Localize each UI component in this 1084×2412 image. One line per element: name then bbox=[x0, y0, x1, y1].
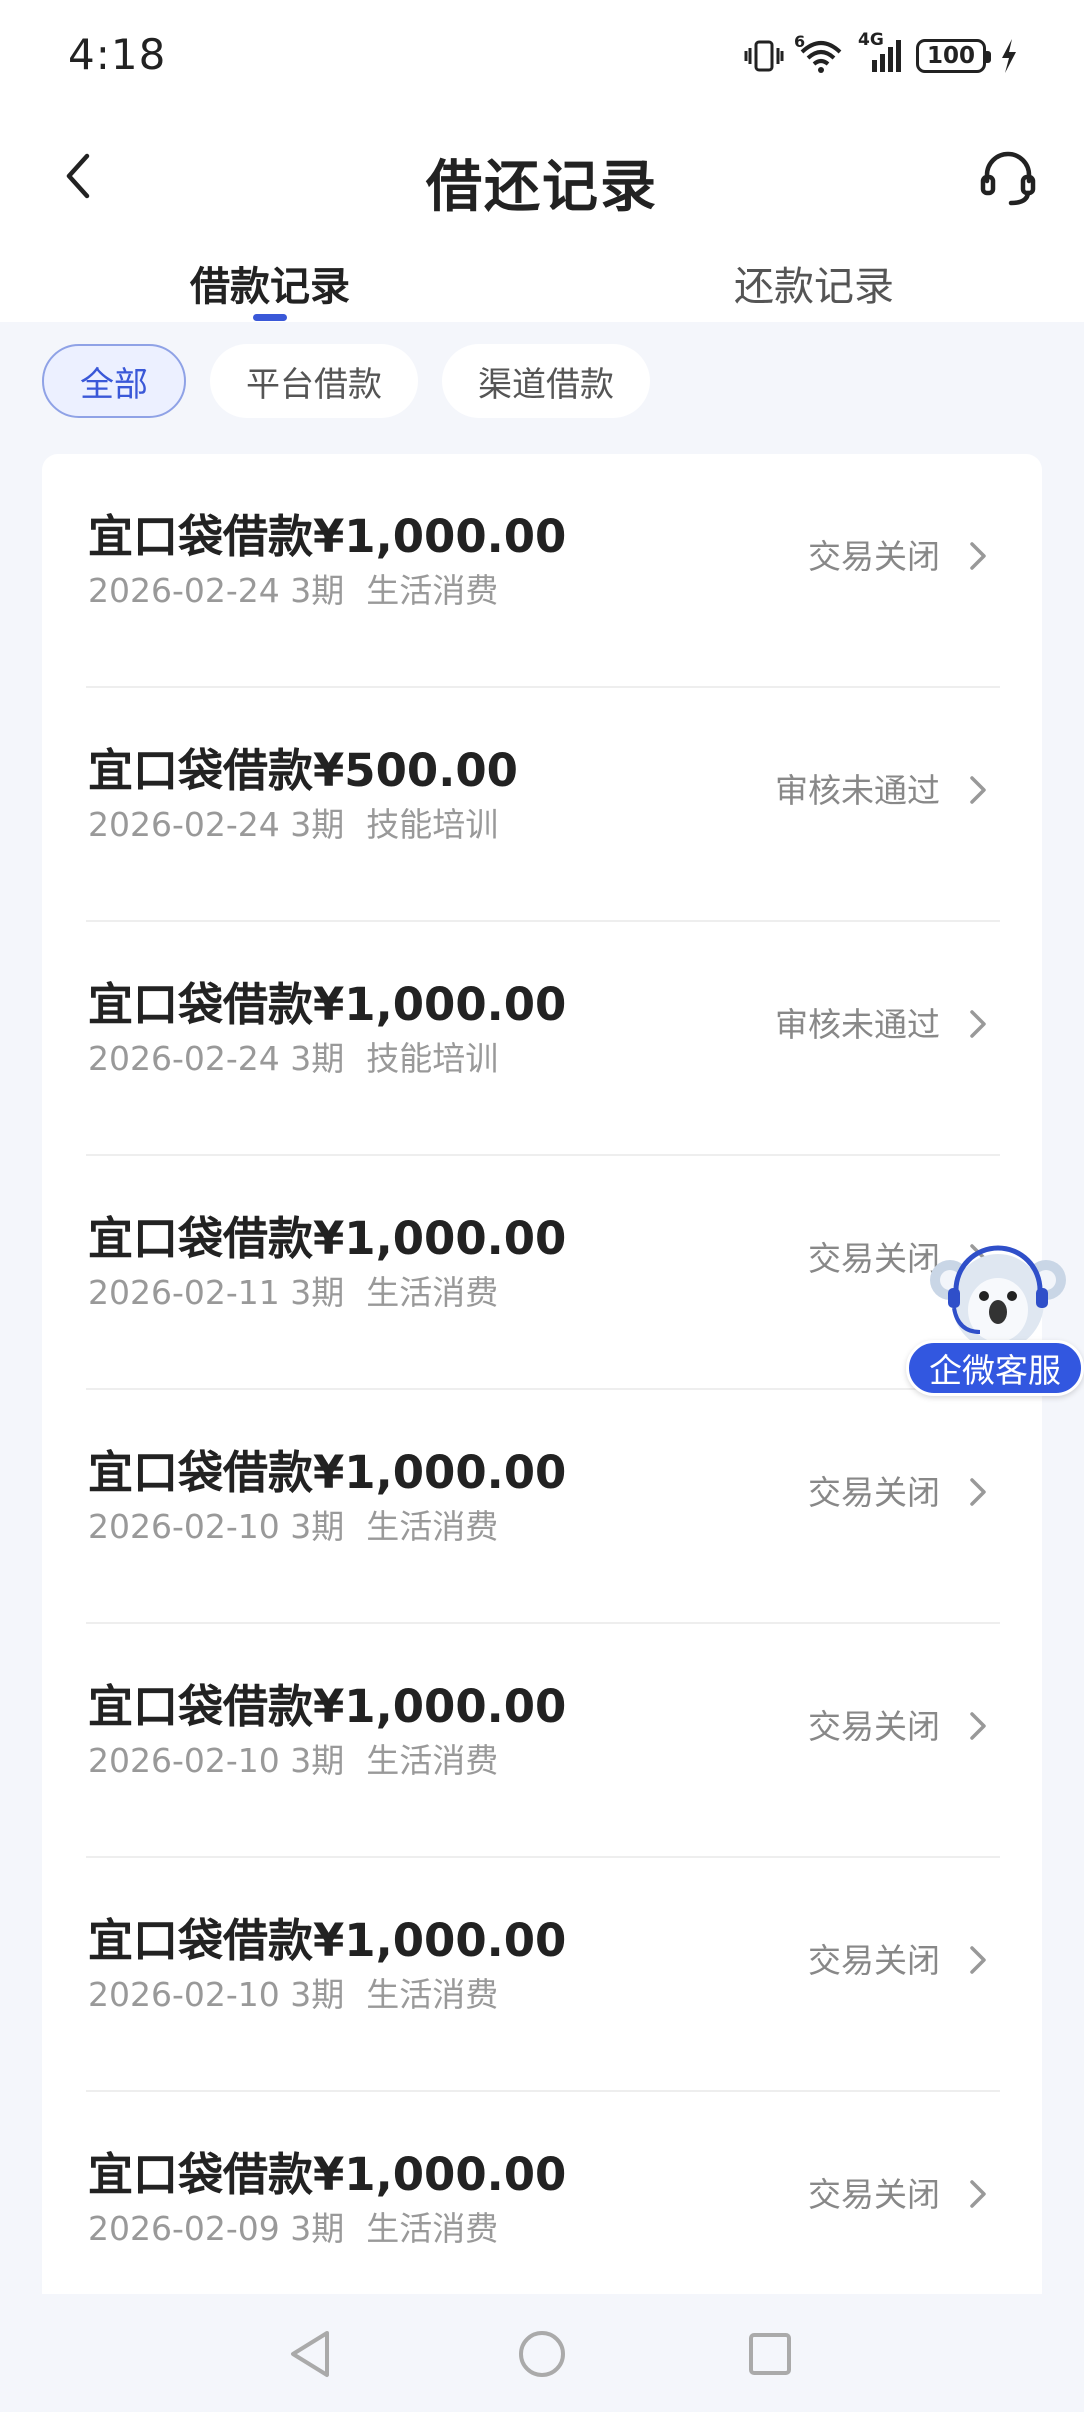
record-title: 宜口袋借款¥1,000.00 bbox=[88, 1680, 567, 1733]
system-recents-button[interactable] bbox=[740, 2324, 800, 2384]
status-time: 4:18 bbox=[68, 30, 167, 79]
record-title: 宜口袋借款¥1,000.00 bbox=[88, 978, 567, 1031]
filter-all[interactable]: 全部 bbox=[42, 344, 186, 418]
chevron-right-icon bbox=[970, 1010, 986, 1038]
record-purpose: 生活消费 bbox=[366, 1273, 499, 1312]
tab-repay-records[interactable]: 还款记录 bbox=[734, 254, 894, 312]
record-purpose: 生活消费 bbox=[366, 1975, 499, 2014]
record-purpose: 技能培训 bbox=[366, 805, 499, 844]
record-status: 交易关闭 bbox=[808, 1473, 940, 1512]
loan-record-row[interactable]: 宜口袋借款¥1,000.00 2026-02-10 3期 生活消费 交易关闭 bbox=[42, 1858, 1042, 2092]
record-date: 2026-02-24 bbox=[88, 1039, 280, 1078]
triangle-back-icon bbox=[291, 2331, 329, 2377]
chevron-right-icon bbox=[970, 2180, 986, 2208]
chevron-right-icon bbox=[970, 542, 986, 570]
record-date: 2026-02-10 bbox=[88, 1975, 280, 2014]
record-term: 3期 bbox=[290, 571, 345, 610]
record-date: 2026-02-24 bbox=[88, 805, 280, 844]
record-subtitle: 2026-02-10 3期 生活消费 bbox=[88, 1500, 498, 1548]
loan-record-row[interactable]: 宜口袋借款¥1,000.00 2026-02-24 3期 生活消费 交易关闭 bbox=[42, 454, 1042, 688]
record-purpose: 生活消费 bbox=[366, 2209, 499, 2248]
record-term: 3期 bbox=[290, 1741, 345, 1780]
record-subtitle: 2026-02-09 3期 生活消费 bbox=[88, 2202, 498, 2250]
chevron-right-icon bbox=[970, 1712, 986, 1740]
battery-icon: 100 bbox=[916, 39, 991, 73]
wifi-icon: 6 bbox=[794, 32, 844, 76]
record-subtitle: 2026-02-11 3期 生活消费 bbox=[88, 1266, 498, 1314]
battery-level: 100 bbox=[926, 43, 975, 69]
status-icons: 6 4G 100 bbox=[744, 30, 1018, 78]
loan-record-row[interactable]: 宜口袋借款¥1,000.00 2026-02-24 3期 技能培训 审核未通过 bbox=[42, 922, 1042, 1156]
record-title: 宜口袋借款¥1,000.00 bbox=[88, 1446, 567, 1499]
record-term: 3期 bbox=[290, 1039, 345, 1078]
record-subtitle: 2026-02-24 3期 生活消费 bbox=[88, 564, 498, 612]
record-tabs: 借款记录 还款记录 bbox=[0, 242, 1084, 322]
record-subtitle: 2026-02-24 3期 技能培训 bbox=[88, 1032, 498, 1080]
record-subtitle: 2026-02-10 3期 生活消费 bbox=[88, 1968, 498, 2016]
floating-customer-service[interactable]: 企微客服 bbox=[906, 1240, 1084, 1396]
record-term: 3期 bbox=[290, 1507, 345, 1546]
loan-record-row[interactable]: 宜口袋借款¥1,000.00 2026-02-10 3期 生活消费 交易关闭 bbox=[42, 1624, 1042, 1858]
record-term: 3期 bbox=[290, 2209, 345, 2248]
record-subtitle: 2026-02-10 3期 生活消费 bbox=[88, 1734, 498, 1782]
filter-platform-loans[interactable]: 平台借款 bbox=[210, 344, 418, 418]
record-status: 交易关闭 bbox=[808, 1707, 940, 1746]
tab-borrow-records[interactable]: 借款记录 bbox=[190, 254, 350, 312]
record-date: 2026-02-10 bbox=[88, 1507, 280, 1546]
loan-record-row[interactable]: 宜口袋借款¥1,000.00 2026-02-10 3期 生活消费 交易关闭 bbox=[42, 1390, 1042, 1624]
float-service-label: 企微客服 bbox=[906, 1340, 1084, 1396]
loan-record-row[interactable]: 宜口袋借款¥500.00 2026-02-24 3期 技能培训 审核未通过 bbox=[42, 688, 1042, 922]
page-title: 借还记录 bbox=[426, 155, 658, 220]
wifi-label: 6 bbox=[794, 32, 806, 51]
filter-chips: 全部 平台借款 渠道借款 bbox=[42, 344, 650, 418]
record-term: 3期 bbox=[290, 805, 345, 844]
record-title: 宜口袋借款¥1,000.00 bbox=[88, 510, 567, 563]
square-recents-icon bbox=[749, 2333, 791, 2375]
record-title: 宜口袋借款¥1,000.00 bbox=[88, 1212, 567, 1265]
loan-record-row[interactable]: 宜口袋借款¥1,000.00 2026-02-09 3期 生活消费 交易关闭 bbox=[42, 2092, 1042, 2294]
record-title: 宜口袋借款¥1,000.00 bbox=[88, 2148, 567, 2201]
record-status: 交易关闭 bbox=[808, 2175, 940, 2214]
record-title: 宜口袋借款¥1,000.00 bbox=[88, 1914, 567, 1967]
loan-record-list: 宜口袋借款¥1,000.00 2026-02-24 3期 生活消费 交易关闭 宜口… bbox=[42, 454, 1042, 2294]
loan-record-row[interactable]: 宜口袋借款¥1,000.00 2026-02-11 3期 生活消费 交易关闭 bbox=[42, 1156, 1042, 1390]
status-bar: 4:18 6 4G 100 bbox=[0, 0, 1084, 112]
chevron-right-icon bbox=[970, 1946, 986, 1974]
record-title: 宜口袋借款¥500.00 bbox=[88, 744, 518, 797]
network-label: 4G bbox=[858, 30, 884, 50]
filter-channel-loans[interactable]: 渠道借款 bbox=[442, 344, 650, 418]
record-term: 3期 bbox=[290, 1273, 345, 1312]
active-tab-indicator bbox=[253, 314, 287, 321]
nav-bar: 借还记录 bbox=[0, 112, 1084, 242]
headset-icon bbox=[980, 151, 1036, 206]
record-purpose: 生活消费 bbox=[366, 571, 499, 610]
record-status: 交易关闭 bbox=[808, 1941, 940, 1980]
record-status: 审核未通过 bbox=[775, 1005, 940, 1044]
chevron-right-icon bbox=[970, 1478, 986, 1506]
record-date: 2026-02-24 bbox=[88, 571, 280, 610]
record-date: 2026-02-11 bbox=[88, 1273, 280, 1312]
record-purpose: 技能培训 bbox=[366, 1039, 499, 1078]
system-home-button[interactable] bbox=[512, 2324, 572, 2384]
chevron-right-icon bbox=[970, 776, 986, 804]
record-subtitle: 2026-02-24 3期 技能培训 bbox=[88, 798, 498, 846]
customer-service-button[interactable] bbox=[972, 142, 1044, 214]
record-status: 交易关闭 bbox=[808, 537, 940, 576]
circle-home-icon bbox=[519, 2331, 565, 2377]
charging-icon bbox=[1000, 39, 1018, 73]
signal-icon: 4G bbox=[858, 30, 902, 76]
record-purpose: 生活消费 bbox=[366, 1741, 499, 1780]
record-date: 2026-02-09 bbox=[88, 2209, 280, 2248]
vibrate-icon bbox=[744, 36, 784, 76]
record-term: 3期 bbox=[290, 1975, 345, 2014]
record-date: 2026-02-10 bbox=[88, 1741, 280, 1780]
record-status: 审核未通过 bbox=[775, 771, 940, 810]
record-purpose: 生活消费 bbox=[366, 1507, 499, 1546]
system-back-button[interactable] bbox=[280, 2324, 340, 2384]
system-navigation-bar bbox=[0, 2294, 1084, 2412]
